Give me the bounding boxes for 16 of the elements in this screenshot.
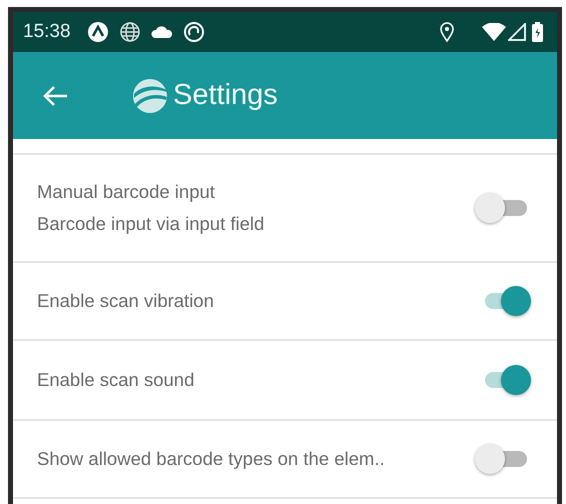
- setting-title: Enable scan vibration: [37, 290, 215, 312]
- screen-title: Settings: [173, 79, 278, 112]
- location-icon: [440, 22, 454, 42]
- status-time: 15:38: [23, 21, 71, 43]
- cloud-icon: [150, 25, 173, 39]
- notification-icon: [86, 21, 109, 43]
- setting-title: Show allowed barcode types on the elem..: [37, 448, 386, 470]
- battery-icon: [532, 22, 543, 42]
- sync-icon: [182, 21, 205, 43]
- signal-icon: [508, 23, 526, 41]
- setting-title: Manual barcode input: [37, 181, 216, 203]
- logo-icon: [131, 78, 169, 114]
- setting-summary: Barcode input via input field: [37, 213, 266, 235]
- setting-title: Enable scan sound: [37, 369, 196, 391]
- wifi-icon: [482, 23, 506, 41]
- globe-icon: [118, 21, 141, 43]
